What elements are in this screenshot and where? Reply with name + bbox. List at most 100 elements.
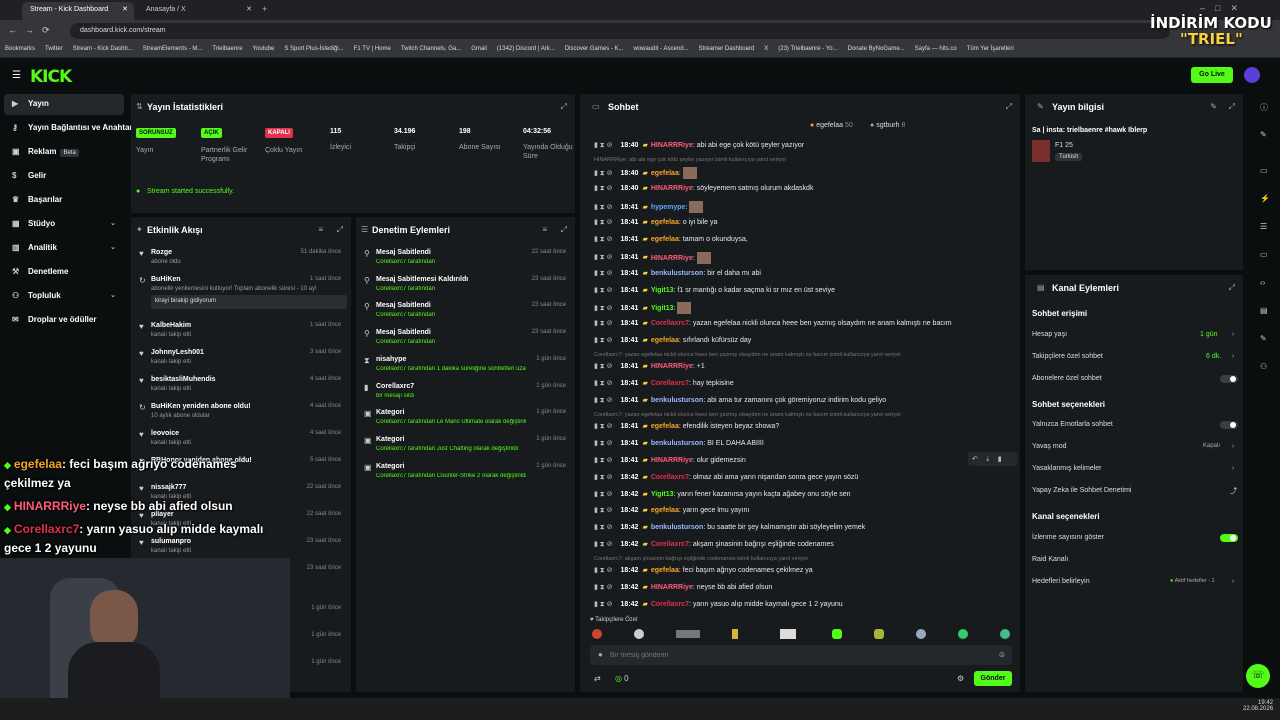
emoji-icon[interactable]: ☺ xyxy=(998,650,1006,659)
bookmark-item[interactable]: Streamer Dashboard xyxy=(694,42,760,56)
chat-message[interactable]: ▮ ⧗ ⊘ 18:41 ▰ benkulusturson: abi ama tur z… xyxy=(594,396,1019,410)
list-icon[interactable]: ☰ xyxy=(1260,222,1267,231)
delete-icon[interactable]: ▮ xyxy=(998,456,1009,463)
popout-icon[interactable]: ⤢ xyxy=(561,102,567,112)
tab-kick-dashboard[interactable]: Stream - Kick Dashboard ✕ xyxy=(22,2,134,20)
bookmark-item[interactable]: Sayfa — hits.co xyxy=(910,42,962,56)
chat-message[interactable]: ▮ ⧗ ⊘ 18:42 ▰ Corellaxrc7: yarın yasuo alıp… xyxy=(594,600,1019,614)
url-input[interactable]: dashboard.kick.com/stream xyxy=(70,23,1170,39)
goals-status[interactable]: ● Aktif hedefler - 1 xyxy=(1170,578,1215,584)
ai-mod-label[interactable]: Yapay Zeka ile Sohbet Denetimi xyxy=(1032,487,1131,494)
chat-message[interactable]: ▮ ⧗ ⊘ 18:41 ▰ hypemype: xyxy=(594,200,1019,215)
edit-icon[interactable]: ✎ xyxy=(1210,102,1217,111)
chat-message[interactable]: ▮ ⧗ ⊘ 18:42 ▰ Corellaxrc7: olmaz abi ama ya… xyxy=(594,473,1019,487)
sidebar-item[interactable]: ⚇ Topluluk ⌄ xyxy=(4,286,124,307)
chat-username[interactable]: egefelaa xyxy=(651,337,679,344)
kick-logo[interactable]: KICK xyxy=(30,67,72,87)
bookmark-item[interactable]: Gmail xyxy=(466,42,492,56)
chat-message[interactable]: ▮ ⧗ ⊘ 18:41 ▰ HINARRRiye: olur gidemezsin xyxy=(594,456,1019,470)
chat-username[interactable]: benkulusturson xyxy=(651,440,704,447)
screen-icon[interactable]: ▭ xyxy=(1260,166,1268,175)
code-icon[interactable]: ‹› xyxy=(1260,278,1265,287)
info-icon[interactable]: ⓘ xyxy=(1260,102,1268,113)
chat-username[interactable]: HINARRRiye xyxy=(651,142,693,149)
chat-message[interactable]: ▮ ⧗ ⊘ 18:42 ▰ egefelaa: feci başım ağrıyo c… xyxy=(594,566,1019,580)
chat-message[interactable]: ▮ ⧗ ⊘ 18:41 ▰ HINARRRiye: xyxy=(594,251,1019,266)
channel-icon[interactable]: ▤ xyxy=(1260,306,1268,315)
chat-username[interactable]: HINARRRiye xyxy=(651,457,693,464)
help-chat-icon[interactable]: ☏ xyxy=(1246,664,1270,688)
chat-message[interactable]: ▮ ⧗ ⊘ 18:41 ▰ Corellaxrc7: yazan egefelaa n… xyxy=(594,319,1019,333)
bookmark-item[interactable]: Twitter xyxy=(40,42,68,56)
mod-actions-icon[interactable]: ▮ ⧗ ⊘ xyxy=(594,219,613,226)
emote-icon[interactable] xyxy=(916,629,926,639)
mod-actions-icon[interactable]: ▮ ⧗ ⊘ xyxy=(594,380,613,387)
mod-actions-icon[interactable]: ▮ ⧗ ⊘ xyxy=(594,541,613,548)
edit-icon[interactable]: ✎ xyxy=(1260,130,1267,139)
chat-username[interactable]: Corellaxrc7 xyxy=(651,541,689,548)
mod-actions-icon[interactable]: ▮ ⧗ ⊘ xyxy=(594,170,613,177)
emote-icon[interactable] xyxy=(634,629,644,639)
settings-icon[interactable]: ⚙ xyxy=(957,674,964,683)
emote-icon[interactable] xyxy=(958,629,968,639)
mod-actions-icon[interactable]: ▮ ⧗ ⊘ xyxy=(594,397,613,404)
bookmark-item[interactable]: X xyxy=(759,42,773,56)
chat-username[interactable]: egefelaa xyxy=(651,423,679,430)
sidebar-item[interactable]: ♛ Başarılar xyxy=(4,190,124,211)
avatar[interactable] xyxy=(1244,67,1260,83)
chat-username[interactable]: egefelaa xyxy=(651,170,679,177)
filter-icon[interactable]: ≡ xyxy=(318,225,323,234)
chat-username[interactable]: egefelaa xyxy=(651,507,679,514)
emote-bar[interactable] xyxy=(590,628,1015,640)
bookmark-item[interactable]: Youtube xyxy=(248,42,280,56)
chevron-down-icon[interactable]: ⌄ xyxy=(110,243,116,251)
chat-message[interactable]: ▮ ⧗ ⊘ 18:40 ▰ HINARRRiye: söyleyemem satmış… xyxy=(594,184,1019,198)
chat-username[interactable]: egefelaa xyxy=(651,219,679,226)
sidebar-item[interactable]: ▦ Stüdyo ⌄ xyxy=(4,214,124,235)
raid-label[interactable]: Raid Kanalı xyxy=(1032,556,1068,563)
chat-message[interactable]: ▮ ⧗ ⊘ 18:41 ▰ egefelaa: tamam o okunduysa, xyxy=(594,235,1019,249)
bookmark-item[interactable]: StreamElements - M... xyxy=(138,42,208,56)
followers-chat-value[interactable]: 6 dk. xyxy=(1206,353,1221,360)
filter-icon[interactable]: ≡ xyxy=(542,225,547,234)
bookmark-item[interactable]: S Sport Plus-İstediği... xyxy=(279,42,348,56)
wrench-icon[interactable]: ✎ xyxy=(1260,334,1267,343)
mod-actions-icon[interactable]: ▮ ⧗ ⊘ xyxy=(594,524,613,531)
chat-message[interactable]: ▮ ⧗ ⊘ 18:42 ▰ egefelaa: yarın gece lmu yayı… xyxy=(594,506,1019,520)
mod-actions-icon[interactable]: ▮ ⧗ ⊘ xyxy=(594,204,613,211)
emote-icon[interactable] xyxy=(732,629,738,639)
chevron-right-icon[interactable]: › xyxy=(1232,331,1234,338)
chat-message[interactable]: ▮ ⧗ ⊘ 18:40 ▰ HINARRRiye: abi abi ege çok k… xyxy=(594,141,1019,155)
bookmark-item[interactable]: Donate ByNoGame... xyxy=(843,42,910,56)
mod-actions-icon[interactable]: ▮ ⧗ ⊘ xyxy=(594,287,613,294)
sidebar-item[interactable]: ▶ Yayın xyxy=(4,94,124,115)
chevron-right-icon[interactable]: › xyxy=(1232,353,1234,360)
mod-actions-icon[interactable]: ▮ ⧗ ⊘ xyxy=(594,320,613,327)
mod-actions-icon[interactable]: ▮ ⧗ ⊘ xyxy=(594,567,613,574)
popout-icon[interactable]: ⤢ xyxy=(337,225,343,235)
chat-message[interactable]: ▮ ⧗ ⊘ 18:41 ▰ benkulusturson: BI EL DAHA AB… xyxy=(594,439,1019,453)
chat-username[interactable]: hypemype xyxy=(651,204,686,211)
window-controls-icon[interactable]: –□✕ xyxy=(1200,3,1248,14)
sidebar-item[interactable]: ▣ Reklam Beta xyxy=(4,142,124,163)
sidebar-item[interactable]: $ Gelir xyxy=(4,166,124,187)
bookmark-item[interactable]: Discover Games - K... xyxy=(560,42,629,56)
chat-username[interactable]: HINARRRiye xyxy=(651,185,693,192)
new-tab-icon[interactable]: + xyxy=(262,4,267,14)
mod-actions-icon[interactable]: ▮ ⧗ ⊘ xyxy=(594,270,613,277)
chevron-down-icon[interactable]: ⌄ xyxy=(110,219,116,227)
mod-actions-icon[interactable]: ▮ ⧗ ⊘ xyxy=(594,185,613,192)
chat-icon[interactable]: ▭ xyxy=(1260,250,1268,259)
send-button[interactable]: Gönder xyxy=(974,671,1012,686)
mod-actions-icon[interactable]: ▮ ⧗ ⊘ xyxy=(594,457,613,464)
banned-words-label[interactable]: Yasaklanmış kelimeler xyxy=(1032,465,1102,472)
chat-message[interactable]: ▮ ⧗ ⊘ 18:42 ▰ HINARRRiye: neyse bb abi afie… xyxy=(594,583,1019,597)
sidebar-item[interactable]: ⚒ Denetleme xyxy=(4,262,124,283)
sidebar-item[interactable]: ✉ Droplar ve ödüller xyxy=(4,310,124,331)
chat-username[interactable]: HINARRRiye xyxy=(651,363,693,370)
show-viewers-toggle[interactable] xyxy=(1220,534,1238,542)
mod-actions-icon[interactable]: ▮ ⧗ ⊘ xyxy=(594,142,613,149)
chat-username[interactable]: Yigit13 xyxy=(651,491,674,498)
popout-icon[interactable]: ⤢ xyxy=(1229,102,1235,112)
sidebar-item[interactable]: ▥ Analitik ⌄ xyxy=(4,238,124,259)
